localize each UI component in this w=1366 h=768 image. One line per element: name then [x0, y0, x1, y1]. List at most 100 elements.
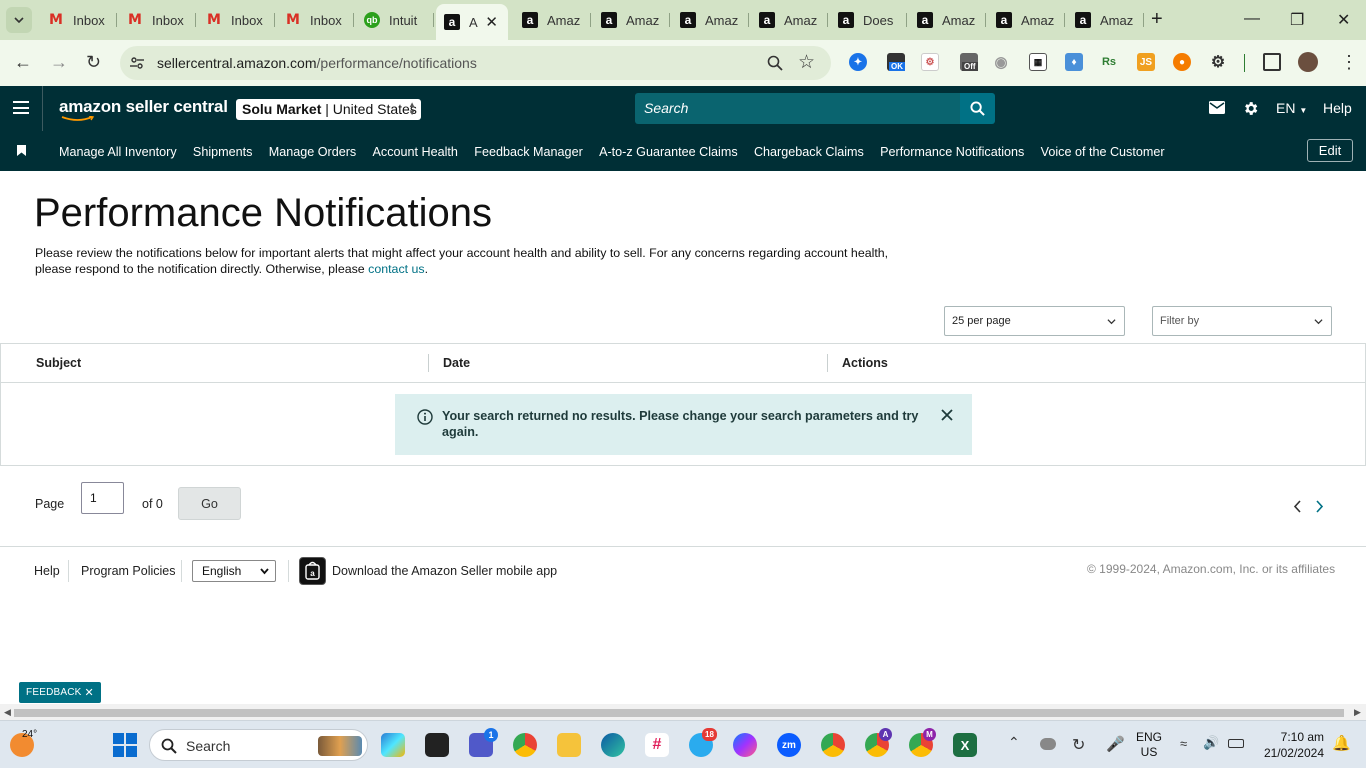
close-icon[interactable] — [940, 408, 954, 422]
feedback-button[interactable]: FEEDBACK ✕ — [19, 682, 101, 703]
close-tab-icon[interactable]: ✕ — [485, 13, 498, 31]
column-header-date[interactable]: Date — [443, 356, 470, 370]
sync-icon[interactable]: ↻ — [1072, 735, 1085, 755]
extension-icon-1[interactable]: ✦ — [849, 53, 867, 71]
chrome-profile-icon[interactable] — [821, 733, 845, 757]
chrome-profile-a-icon[interactable]: A — [865, 728, 892, 757]
contact-us-link[interactable]: contact us — [368, 262, 424, 276]
globe-extension-icon[interactable]: ◉ — [992, 53, 1010, 71]
scrollbar-thumb[interactable] — [14, 709, 1344, 717]
side-panel-icon[interactable] — [1263, 53, 1281, 71]
close-window-button[interactable]: ✕ — [1337, 10, 1350, 30]
new-tab-button[interactable]: + — [1151, 8, 1163, 31]
messenger-icon[interactable] — [733, 733, 757, 757]
extension-icon-9[interactable]: ● — [1173, 53, 1191, 71]
zoom-icon[interactable]: zm — [777, 733, 801, 757]
clock[interactable]: 7:10 am 21/02/2024 — [1256, 729, 1324, 761]
onedrive-icon[interactable] — [1040, 738, 1056, 750]
column-header-subject[interactable]: Subject — [36, 356, 81, 370]
browser-tab[interactable]: M Inbox — [198, 6, 275, 34]
nav-link-manage-all-inventory[interactable]: Manage All Inventory — [59, 145, 177, 159]
nav-link-a-to-z-claims[interactable]: A-to-z Guarantee Claims — [599, 145, 738, 159]
store-switcher[interactable]: Solu Market | United States ▲ ▼ — [236, 99, 421, 120]
language-selector[interactable]: EN ▼ — [1276, 100, 1307, 116]
notification-bell-icon[interactable]: 🔔 — [1332, 734, 1351, 752]
browser-tab[interactable]: qb Intuit — [356, 6, 434, 34]
extension-icon-ok[interactable]: OK — [887, 53, 905, 71]
close-icon[interactable]: ✕ — [85, 686, 94, 699]
copilot-pre-icon[interactable] — [381, 733, 405, 757]
scroll-left-icon[interactable]: ◀ — [4, 707, 11, 718]
hamburger-menu-icon[interactable] — [13, 101, 29, 114]
go-button[interactable]: Go — [178, 487, 241, 520]
chrome-icon[interactable] — [513, 733, 537, 757]
browser-tab[interactable]: a Amaz — [751, 6, 828, 34]
back-button[interactable]: ← — [14, 52, 32, 73]
address-bar[interactable]: sellercentral.amazon.com/performance/not… — [120, 46, 831, 80]
teams-icon[interactable]: 1 — [469, 728, 498, 757]
input-language-indicator[interactable]: ENG US — [1136, 730, 1162, 760]
qr-extension-icon[interactable]: ▦ — [1029, 53, 1047, 71]
browser-tab[interactable]: a Amaz — [593, 6, 670, 34]
terminal-app-icon[interactable] — [425, 733, 449, 757]
telegram-icon[interactable]: 18 — [689, 728, 717, 757]
scroll-right-icon[interactable]: ▶ — [1354, 707, 1361, 718]
battery-icon[interactable] — [1228, 739, 1244, 748]
nav-link-performance-notifications[interactable]: Performance Notifications — [880, 145, 1024, 159]
file-explorer-icon[interactable] — [557, 733, 581, 757]
chrome-profile-m-icon[interactable]: M — [909, 728, 936, 757]
site-settings-icon[interactable] — [129, 55, 145, 71]
forward-button[interactable]: → — [50, 52, 68, 73]
zoom-icon[interactable] — [767, 55, 783, 71]
mail-icon[interactable] — [1209, 101, 1225, 114]
browser-tab[interactable]: M Inbox — [40, 6, 117, 34]
amazon-app-icon[interactable]: a — [299, 557, 326, 585]
volume-icon[interactable]: 🔊 — [1203, 735, 1219, 751]
slack-icon[interactable]: # — [645, 733, 669, 757]
next-page-icon[interactable] — [1315, 500, 1324, 513]
bookmark-star-icon[interactable]: ☆ — [798, 51, 815, 74]
browser-tab[interactable]: M Inbox — [277, 6, 354, 34]
minimize-button[interactable]: — — [1244, 10, 1260, 28]
gear-icon[interactable] — [1242, 100, 1259, 117]
page-number-input[interactable] — [81, 482, 124, 514]
nav-link-shipments[interactable]: Shipments — [193, 145, 253, 159]
nav-link-chargeback-claims[interactable]: Chargeback Claims — [754, 145, 864, 159]
horizontal-scrollbar[interactable]: ◀ ▶ — [0, 704, 1366, 720]
edit-nav-button[interactable]: Edit — [1307, 139, 1353, 162]
nav-link-account-health[interactable]: Account Health — [373, 145, 458, 159]
browser-tab[interactable]: a Amaz — [909, 6, 986, 34]
browser-tab[interactable]: a Amaz — [1067, 6, 1144, 34]
previous-page-icon[interactable] — [1293, 500, 1302, 513]
nav-link-feedback-manager[interactable]: Feedback Manager — [474, 145, 583, 159]
search-field[interactable] — [635, 93, 960, 124]
extension-icon-3[interactable]: ⚙ — [921, 53, 939, 71]
excel-icon[interactable]: X — [953, 733, 977, 757]
edge-icon[interactable] — [601, 733, 625, 757]
search-input[interactable] — [635, 93, 960, 123]
extension-icon-off[interactable]: Off — [960, 53, 978, 71]
restore-button[interactable]: ❐ — [1290, 10, 1304, 30]
browser-tab[interactable]: a Amaz — [988, 6, 1065, 34]
windows-start-icon[interactable] — [113, 733, 137, 757]
extensions-puzzle-icon[interactable]: ⚙ — [1209, 53, 1227, 71]
extension-icon-rs[interactable]: Rs — [1100, 53, 1118, 71]
profile-avatar[interactable] — [1298, 52, 1318, 72]
wifi-icon[interactable]: ≈ — [1180, 736, 1187, 751]
js-extension-icon[interactable]: JS — [1137, 53, 1155, 71]
microphone-icon[interactable]: 🎤 — [1106, 735, 1125, 753]
browser-tab[interactable]: a Amaz — [672, 6, 749, 34]
taskbar-search[interactable]: Search — [149, 729, 368, 761]
show-hidden-icons-chevron[interactable]: ⌃ — [1008, 734, 1020, 751]
browser-tab[interactable]: a A ✕ — [436, 4, 508, 40]
bookmark-icon[interactable] — [17, 145, 26, 156]
browser-menu-icon[interactable]: ⋮ — [1340, 52, 1358, 73]
extension-icon-7[interactable]: ♦ — [1065, 53, 1083, 71]
filter-by-select[interactable]: Filter by — [1152, 306, 1332, 336]
help-link[interactable]: Help — [1323, 100, 1352, 116]
browser-tab[interactable]: a Does — [830, 6, 907, 34]
amazon-seller-central-logo[interactable]: amazon seller central — [59, 97, 228, 121]
reload-button[interactable]: ↻ — [86, 52, 101, 73]
search-button[interactable] — [960, 93, 995, 124]
footer-program-policies-link[interactable]: Program Policies — [81, 564, 175, 578]
